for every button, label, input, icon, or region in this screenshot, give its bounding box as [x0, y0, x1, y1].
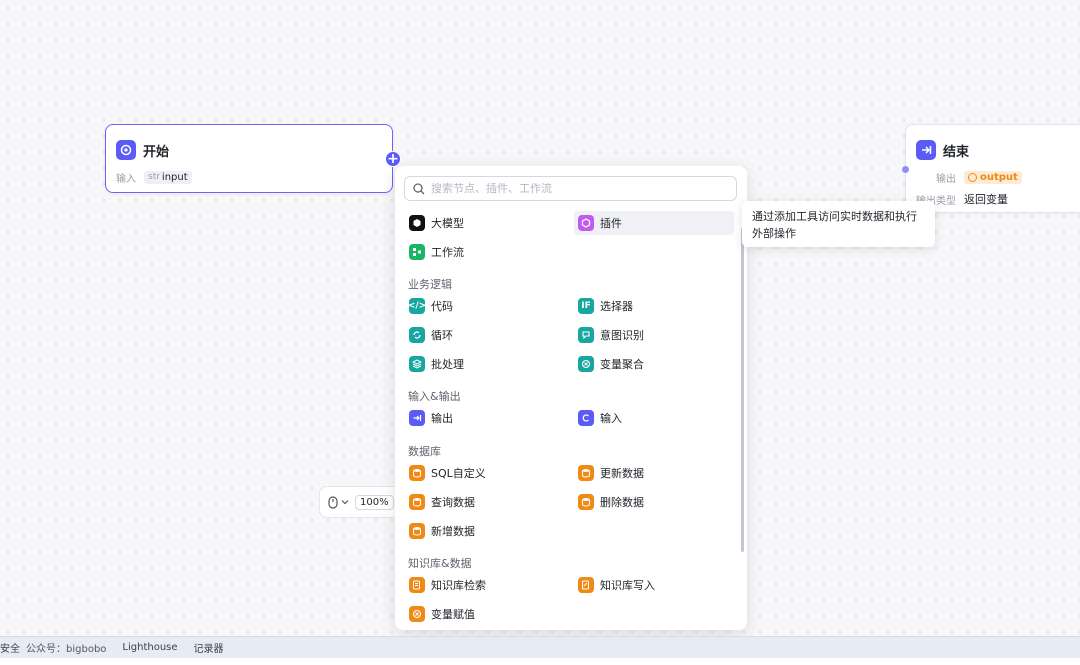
search-icon: [413, 182, 425, 194]
menu-item-code[interactable]: </> 代码: [405, 294, 565, 318]
code-icon: </>: [408, 298, 426, 314]
menu-item-input[interactable]: 输入: [574, 406, 734, 430]
input-label: 输入: [116, 173, 136, 185]
menu-item-label: 变量赋值: [431, 608, 475, 621]
output-name: output: [980, 171, 1018, 183]
menu-item-variable-assign[interactable]: 变量赋值: [405, 602, 565, 626]
start-node-header: 开始: [106, 125, 392, 165]
bottom-taskbar: 安全 公众号：bigbobo Lighthouse 记录器: [0, 636, 1080, 658]
menu-item-label: 输出: [431, 412, 453, 425]
menu-item-batch[interactable]: 批处理: [405, 352, 565, 376]
menu-item-intent[interactable]: 意图识别: [574, 323, 734, 347]
database-icon: [578, 465, 594, 481]
menu-item-aggregate[interactable]: 变量聚合: [574, 352, 734, 376]
menu-item-label: 插件: [600, 217, 622, 230]
section-title-io: 输入&输出: [408, 390, 461, 403]
start-node[interactable]: 开始 输入 str input: [105, 124, 393, 193]
knowledge-search-icon: [409, 577, 425, 593]
menu-item-label: 变量聚合: [600, 358, 644, 371]
search-input[interactable]: [431, 182, 711, 195]
menu-item-label: 输入: [600, 412, 622, 425]
node-picker-menu: 大模型 插件 工作流 业务逻辑 </> 代码 IF 选择器 循环 意图识别: [395, 166, 747, 630]
menu-item-label: 更新数据: [600, 467, 644, 480]
menu-item-update-data[interactable]: 更新数据: [574, 461, 734, 485]
database-icon: [409, 494, 425, 510]
taskbar-item-security[interactable]: 安全: [0, 640, 20, 655]
menu-item-label: 大模型: [431, 217, 464, 230]
output-type-value: 返回变量: [964, 193, 1008, 206]
start-node-title: 开始: [143, 144, 170, 160]
input-icon: [578, 410, 594, 426]
end-node-title: 结束: [943, 144, 970, 160]
taskbar-item-wechat: 公众号：bigbobo: [26, 644, 107, 655]
section-title-business-logic: 业务逻辑: [408, 278, 452, 291]
menu-item-kb-write[interactable]: 知识库写入: [574, 573, 734, 597]
menu-item-llm[interactable]: 大模型: [405, 211, 565, 235]
menu-item-label: 查询数据: [431, 496, 475, 509]
end-node-input-handle[interactable]: [902, 166, 909, 173]
llm-icon: [409, 215, 425, 231]
menu-item-label: 代码: [431, 300, 453, 313]
if-icon: IF: [578, 298, 594, 314]
zoom-level[interactable]: 100%: [355, 494, 394, 510]
input-name: input: [161, 171, 188, 183]
menu-item-plugin[interactable]: 插件: [574, 211, 734, 235]
menu-item-label: 意图识别: [600, 329, 644, 342]
menu-item-workflow[interactable]: 工作流: [405, 240, 565, 264]
output-param-tag: output: [964, 170, 1022, 184]
add-node-button[interactable]: +: [385, 151, 401, 167]
knowledge-write-icon: [578, 577, 594, 593]
input-param-tag: str input: [144, 170, 192, 184]
menu-item-label: 循环: [431, 329, 453, 342]
taskbar-item-lighthouse[interactable]: Lighthouse: [122, 642, 177, 653]
output-icon: [409, 410, 425, 426]
variable-icon: [409, 606, 425, 622]
start-node-input-row: 输入 str input: [106, 167, 392, 187]
end-node-output-row: 输出 output: [906, 167, 1080, 187]
menu-item-label: 知识库检索: [431, 579, 486, 592]
menu-scrollbar[interactable]: [741, 228, 744, 552]
chevron-down-icon[interactable]: [341, 498, 349, 506]
menu-item-selector[interactable]: IF 选择器: [574, 294, 734, 318]
menu-item-label: 知识库写入: [600, 579, 655, 592]
workflow-icon: [409, 244, 425, 260]
search-box[interactable]: [404, 176, 737, 201]
taskbar-item-recorder[interactable]: 记录器: [194, 640, 224, 655]
section-title-database: 数据库: [408, 445, 441, 458]
database-icon: [409, 465, 425, 481]
plugin-icon: [578, 215, 594, 231]
database-icon: [578, 494, 594, 510]
menu-item-label: 新增数据: [431, 525, 475, 538]
loop-icon: [409, 327, 425, 343]
menu-item-sql[interactable]: SQL自定义: [405, 461, 565, 485]
menu-item-insert-data[interactable]: 新增数据: [405, 519, 565, 543]
section-title-knowledge: 知识库&数据: [408, 557, 472, 570]
menu-item-delete-data[interactable]: 删除数据: [574, 490, 734, 514]
aggregate-icon: [578, 356, 594, 372]
tooltip-line-1: 通过添加工具访问实时数据和执行: [752, 210, 917, 223]
end-node-header: 结束: [906, 125, 1080, 165]
warning-icon: [968, 172, 977, 182]
start-icon: [116, 140, 136, 160]
menu-item-label: 删除数据: [600, 496, 644, 509]
menu-item-kb-search[interactable]: 知识库检索: [405, 573, 565, 597]
output-label: 输出: [936, 173, 956, 185]
mouse-icon[interactable]: [328, 495, 338, 509]
intent-icon: [578, 327, 594, 343]
database-icon: [409, 523, 425, 539]
layers-icon: [409, 356, 425, 372]
end-icon: [916, 140, 936, 160]
end-node[interactable]: 结束 输出 output 输出类型 返回变量: [905, 124, 1080, 213]
plugin-tooltip: 通过添加工具访问实时数据和执行 外部操作: [742, 201, 935, 247]
menu-item-loop[interactable]: 循环: [405, 323, 565, 347]
footer-strip: [0, 658, 1080, 665]
menu-item-label: SQL自定义: [431, 467, 486, 480]
menu-item-query-data[interactable]: 查询数据: [405, 490, 565, 514]
menu-item-label: 工作流: [431, 246, 464, 259]
tooltip-line-2: 外部操作: [752, 227, 796, 240]
input-type: str: [148, 172, 160, 182]
menu-item-label: 选择器: [600, 300, 633, 313]
menu-item-label: 批处理: [431, 358, 464, 371]
menu-item-output[interactable]: 输出: [405, 406, 565, 430]
